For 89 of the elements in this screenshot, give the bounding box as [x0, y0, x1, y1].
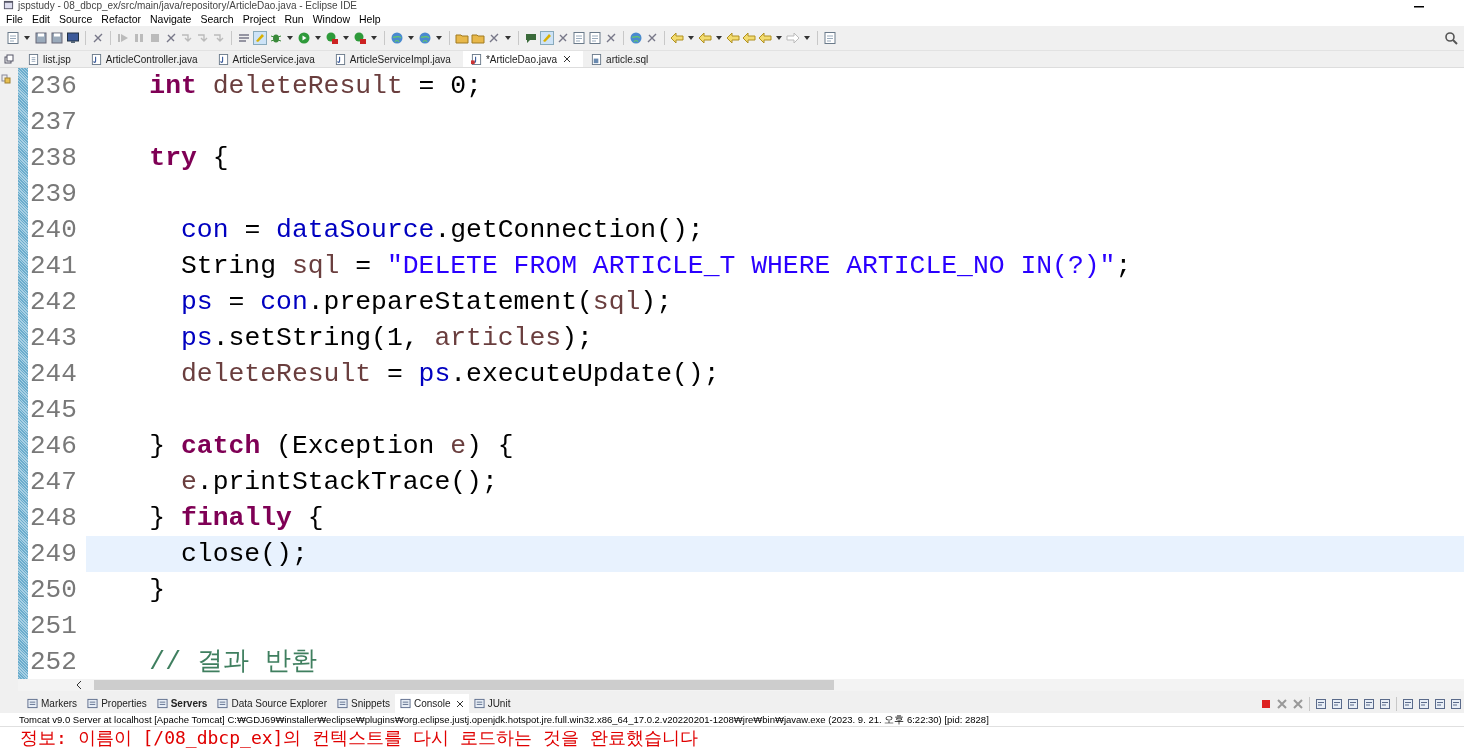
editor-tab[interactable]: ArticleServiceImpl.java [326, 51, 463, 67]
search-icon[interactable] [1444, 31, 1458, 45]
code-line: try { [148, 142, 229, 175]
menu-item[interactable]: Refactor [97, 12, 146, 25]
scroll-left-icon[interactable] [76, 681, 82, 689]
caret-icon[interactable] [776, 36, 782, 40]
console-header: Tomcat v9.0 Server at localhost [Apache Tomcat] C:₩GDJ69₩installer₩eclipse₩plugins₩org.eclipse.justj.openjdk.hotspot.jre.full.win32.x86_64_17.0.2.v20220201-1208₩jre₩bin₩javaw.exe (2023. 9. 21. 오후 6:22:30) [pid: 2828] [0, 713, 1464, 727]
monitor-icon[interactable] [66, 31, 80, 45]
file-icon [217, 53, 229, 65]
caret-icon[interactable] [315, 36, 321, 40]
comment-icon[interactable] [524, 31, 538, 45]
remove-all-icon[interactable] [1292, 697, 1304, 710]
remove-icon[interactable] [1276, 697, 1288, 710]
editor-tab[interactable]: ArticleController.java [82, 51, 210, 67]
caret-icon[interactable] [287, 36, 293, 40]
file-icon [90, 53, 102, 65]
window-title: jspstudy - 08_dbcp_ex/src/main/java/repository/ArticleDao.java - Eclipse IDE [18, 0, 358, 11]
code-line: int deleteResult = 0; [148, 70, 482, 103]
code-line: ps.setString(1, articles); [180, 322, 593, 355]
package-icon[interactable] [1, 74, 11, 84]
app-icon [3, 0, 14, 11]
menu-item[interactable]: Run [280, 12, 309, 25]
code-line: } catch (Exception e) { [148, 430, 514, 463]
folder-icon[interactable] [471, 31, 485, 45]
list-icon[interactable] [588, 31, 602, 45]
coverage-icon[interactable] [353, 31, 367, 45]
view-tab[interactable]: Servers [151, 694, 213, 713]
console-line: 정보: 이름이 [/08_dbcp_ex]의 컨텍스트를 다시 로드하는 것을 완료했습니다 [20, 727, 699, 749]
folder-icon[interactable] [455, 31, 469, 45]
menu-item[interactable]: Edit [27, 12, 55, 25]
close-icon[interactable] [455, 699, 464, 708]
file-icon [470, 53, 482, 65]
restore-icon[interactable] [4, 54, 14, 64]
view-tab[interactable]: Markers [22, 694, 83, 713]
scrollbar-thumb[interactable] [94, 680, 834, 690]
editor-tab[interactable]: article.sql [583, 51, 661, 67]
run-config-icon[interactable] [325, 31, 339, 45]
caret-icon[interactable] [688, 36, 694, 40]
menu-item[interactable]: File [2, 12, 28, 25]
close-icon[interactable] [563, 55, 572, 63]
view-tab[interactable]: Properties [82, 694, 152, 713]
editor-tab[interactable]: list.jsp [20, 51, 83, 67]
view-icon [217, 698, 229, 709]
caret-icon[interactable] [408, 36, 414, 40]
menu-item[interactable]: Project [238, 12, 281, 25]
save-all-icon[interactable] [50, 31, 64, 45]
globe-icon[interactable] [629, 31, 643, 45]
file-icon [591, 53, 603, 65]
caret-icon[interactable] [371, 36, 377, 40]
file-icon [334, 53, 346, 65]
editor-tab[interactable]: *ArticleDao.java [462, 51, 584, 67]
code-line: } [148, 574, 166, 607]
menu-item[interactable]: Source [55, 12, 98, 25]
view-icon [156, 698, 168, 709]
code-line: } finally { [148, 502, 324, 535]
save-icon[interactable] [34, 31, 48, 45]
view-icon [337, 698, 348, 709]
code-line: String sql = "DELETE FROM ARTICLE_T WHERE ARTICLE_NO IN(?)"; [180, 250, 1132, 283]
menu-item[interactable]: Help [355, 12, 386, 25]
menu-item[interactable]: Window [308, 12, 356, 25]
stop-icon[interactable] [1260, 697, 1272, 710]
editor-tab[interactable]: ArticleService.java [209, 51, 327, 67]
view-icon [399, 698, 411, 709]
view-tab[interactable]: JUnit [468, 694, 516, 713]
code-line: ps = con.prepareStatement(sql); [180, 286, 672, 319]
code-line: e.printStackTrace(); [180, 466, 498, 499]
code-line: con = dataSource.getConnection(); [180, 214, 704, 247]
new-file-icon[interactable] [6, 31, 20, 45]
view-icon [87, 698, 99, 709]
view-icon [473, 698, 485, 709]
caret-icon[interactable] [716, 36, 722, 40]
code-line: close(); [180, 538, 308, 571]
view-tab[interactable]: Snippets [332, 694, 395, 713]
caret-icon[interactable] [436, 36, 442, 40]
code-line: // 결과 반환 [148, 646, 317, 679]
file-icon [28, 53, 39, 65]
view-tab[interactable]: Console [394, 694, 469, 713]
code-line: deleteResult = ps.executeUpdate(); [180, 358, 720, 391]
perspective-icon[interactable] [823, 31, 837, 45]
menu-item[interactable]: Navigate [146, 12, 197, 25]
menu-item[interactable]: Search [196, 12, 239, 25]
compare-icon[interactable] [572, 31, 586, 45]
caret-icon[interactable] [804, 36, 810, 40]
caret-icon[interactable] [343, 36, 349, 40]
view-tab[interactable]: Data Source Explorer [212, 694, 332, 713]
caret-icon[interactable] [505, 36, 511, 40]
caret-icon[interactable] [24, 36, 30, 40]
view-icon [27, 698, 38, 709]
lines-icon[interactable] [237, 31, 251, 45]
